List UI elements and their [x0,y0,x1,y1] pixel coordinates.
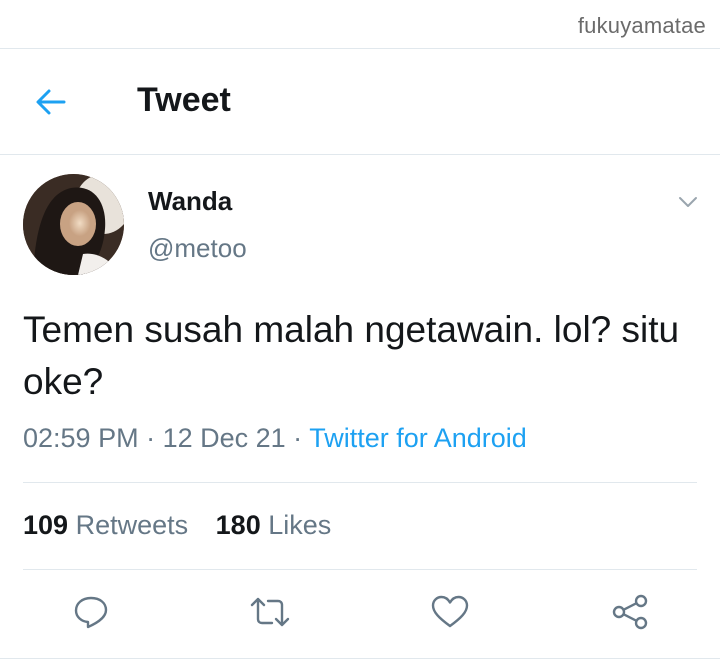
author-handle[interactable]: @metoo [148,233,247,264]
likes-label: Likes [268,510,332,540]
retweet-button[interactable] [248,590,292,634]
avatar[interactable] [23,174,124,275]
reply-button[interactable] [69,590,113,634]
chevron-down-icon [679,197,697,207]
retweet-icon [250,597,290,627]
top-bar: Tweet [0,49,720,155]
divider [0,658,720,659]
meta-separator: · [138,423,163,453]
tweet-actions [0,590,720,636]
tweet-stats: 109 Retweets 180 Likes [23,510,331,541]
retweets-label: Retweets [75,510,189,540]
tweet-source-link[interactable]: Twitter for Android [309,423,527,453]
tweet-menu-button[interactable] [674,190,702,214]
divider [23,482,697,483]
share-icon [612,594,648,630]
share-button[interactable] [608,590,652,634]
likes-stat[interactable]: 180 Likes [216,510,332,541]
back-button[interactable] [26,79,76,125]
tweet-meta: 02:59 PM · 12 Dec 21 · Twitter for Andro… [23,423,527,454]
author-name[interactable]: Wanda [148,186,232,217]
likes-count: 180 [215,510,261,540]
tweet-time: 02:59 PM [23,423,139,453]
reply-icon [74,596,108,629]
arrow-left-icon [36,89,66,115]
retweets-count: 109 [23,510,69,540]
tweet-date: 12 Dec 21 [162,423,286,453]
avatar-image [23,174,124,275]
retweets-stat[interactable]: 109 Retweets [23,510,188,541]
like-button[interactable] [428,590,472,634]
tweet-text: Temen susah malah ngetawain. lol? situ o… [23,309,680,402]
divider [23,569,697,570]
page-title: Tweet [137,81,231,119]
watermark: fukuyamatae [577,13,706,38]
meta-separator: · [285,423,310,453]
heart-icon [431,595,469,628]
